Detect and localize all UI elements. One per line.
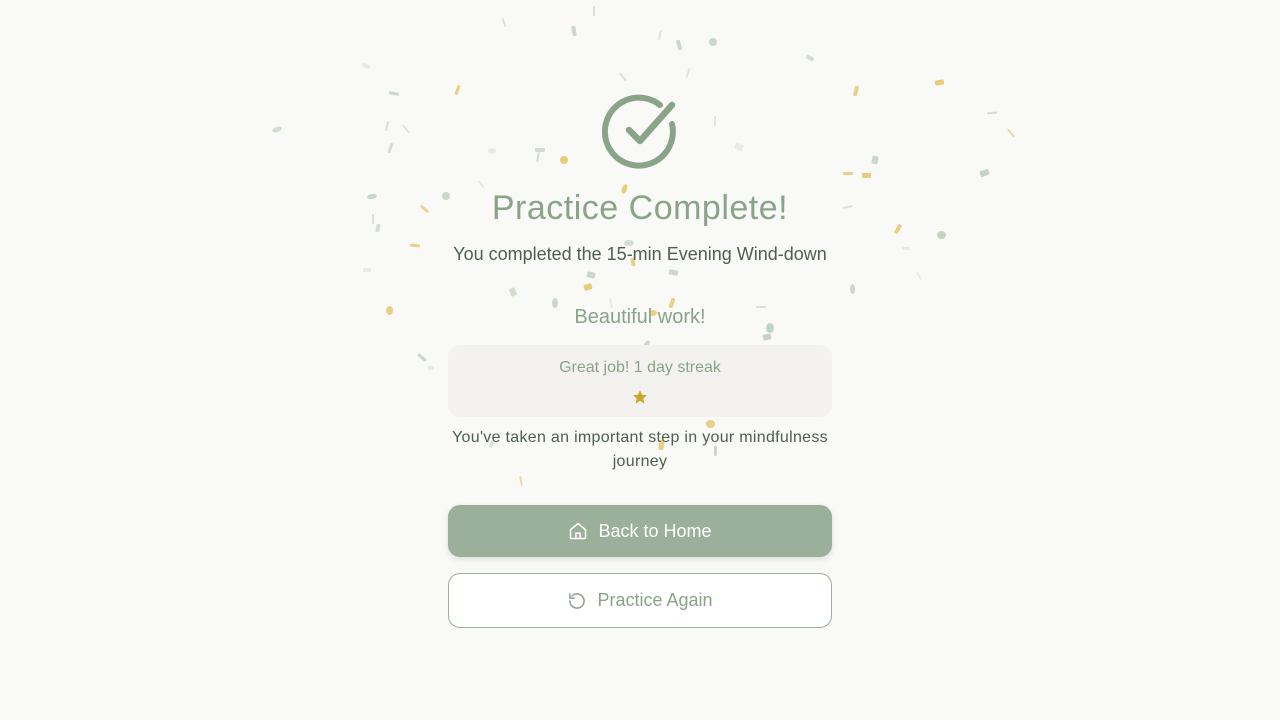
- confetti-piece: [593, 6, 595, 16]
- confetti-piece: [384, 120, 390, 132]
- confetti-piece: [852, 85, 860, 97]
- confetti-piece: [428, 366, 434, 370]
- practice-again-label: Practice Again: [597, 590, 713, 610]
- confetti-piece: [937, 231, 946, 239]
- confetti-piece: [535, 148, 545, 152]
- practice-complete-screen: Practice Complete! You completed the 15-…: [0, 0, 1280, 720]
- confetti-piece: [454, 84, 461, 96]
- confetti-piece: [619, 72, 627, 82]
- confetti-piece: [871, 155, 879, 165]
- confetti-piece: [762, 333, 772, 341]
- confetti-piece: [501, 17, 507, 28]
- check-circle-icon: [602, 94, 676, 169]
- confetti-piece: [571, 25, 577, 37]
- home-icon: [570, 522, 587, 540]
- confetti-piece: [675, 39, 683, 51]
- confetti-piece: [916, 272, 922, 280]
- confetti-piece: [805, 54, 815, 62]
- refresh-icon: [569, 592, 586, 609]
- confetti-piece: [714, 116, 716, 126]
- confetti-piece: [583, 283, 593, 291]
- confetti-piece: [488, 148, 496, 154]
- confetti-piece: [387, 142, 394, 154]
- confetti-piece: [986, 111, 998, 115]
- confetti-piece: [709, 38, 717, 46]
- confetti-piece: [850, 284, 855, 294]
- confetti-piece: [361, 62, 371, 70]
- confetti-piece: [668, 269, 679, 276]
- confetti-piece: [417, 353, 427, 362]
- confetti-piece: [658, 29, 662, 41]
- confetti-piece: [477, 180, 485, 188]
- confetti-piece: [388, 91, 400, 96]
- confetti-piece: [271, 125, 283, 134]
- streak-text: Great job! 1 day streak: [559, 359, 721, 376]
- back-to-home-label: Back to Home: [598, 520, 712, 541]
- practice-again-button[interactable]: Practice Again: [448, 573, 832, 628]
- confetti-piece: [685, 67, 691, 79]
- confetti-piece: [363, 268, 371, 272]
- confetti-piece: [519, 475, 523, 487]
- confetti-piece: [979, 168, 990, 178]
- confetti-piece: [934, 79, 945, 86]
- encouragement-message: You've taken an important step in your m…: [452, 429, 828, 470]
- confetti-piece: [402, 124, 410, 134]
- confetti-piece: [1007, 128, 1015, 138]
- page-title: Practice Complete!: [491, 189, 789, 227]
- back-to-home-button[interactable]: Back to Home: [448, 505, 832, 557]
- confetti-piece: [536, 151, 540, 163]
- confetti-piece: [508, 287, 518, 297]
- confetti-piece: [560, 156, 568, 164]
- confetti-piece: [734, 142, 744, 152]
- confetti-piece: [586, 271, 596, 279]
- completion-subtitle: You completed the 15-min Evening Wind-do…: [453, 244, 827, 264]
- confetti-piece: [862, 173, 871, 178]
- praise-message: Beautiful work!: [574, 306, 706, 328]
- confetti-piece: [843, 172, 853, 175]
- star-icon: [633, 390, 647, 404]
- streak-card: Great job! 1 day streak: [448, 345, 832, 417]
